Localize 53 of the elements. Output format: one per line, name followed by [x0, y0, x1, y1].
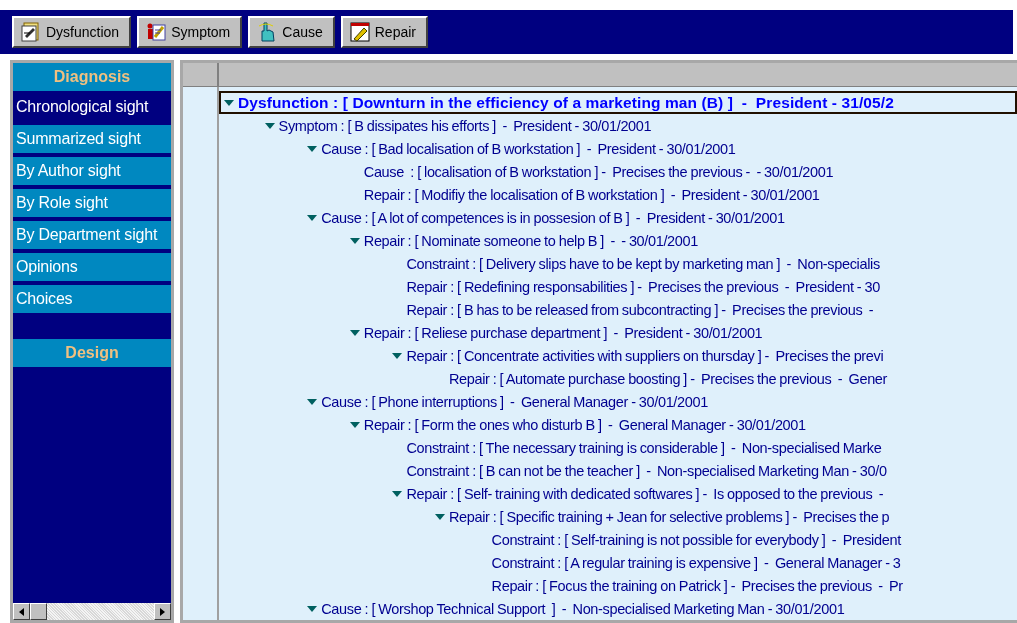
sidebar-item[interactable]: Choices [13, 285, 171, 313]
toolbar-button[interactable]: Repair [340, 16, 428, 48]
expand-arrow-icon[interactable] [434, 513, 445, 520]
expand-arrow-icon[interactable] [307, 214, 318, 221]
sidebar-item[interactable]: By Department sight [13, 221, 171, 249]
tree-node-text[interactable]: Cause : [ Bad localisation of B workstation ] - President - 30/01/2001 [321, 140, 736, 157]
tree-node-text[interactable]: Constraint : [ The necessary training is considerable ] - Non-specialised Marke [406, 439, 882, 456]
scroll-left-button[interactable] [13, 603, 30, 620]
tree-node-text[interactable]: Repair : [ Reliese purchase department ] - President - 30/01/2001 [363, 324, 763, 341]
tree-node-text[interactable]: Repair : [ Automate purchase boosting ] - Precises the previous - Gener [448, 370, 888, 387]
scroll-right-button[interactable] [154, 603, 171, 620]
toolbar-button[interactable]: Symptom [137, 16, 243, 48]
tree-node-text[interactable]: Cause : [ localisation of B workstation ] - Precises the previous - - 30/01/2001 [363, 163, 834, 180]
tree-node-text[interactable]: Constraint : [ Self-training is not possible for everybody ] - President [491, 531, 901, 548]
tree-node-text[interactable]: Repair : [ Concentrate activities with suppliers on thursday ] - Precises the previ [406, 347, 884, 364]
document-pen-icon [20, 21, 42, 43]
tree-node-text[interactable]: Repair : [ Redefining responsabilities ] - Precises the previous - President - 30 [406, 278, 880, 295]
expand-arrow-icon[interactable] [307, 398, 318, 405]
figure-chart-icon [145, 21, 168, 43]
expand-arrow-icon[interactable] [349, 237, 360, 244]
expand-arrow-icon[interactable] [307, 605, 318, 612]
tree-node-text[interactable]: Repair : [ Modifiy the localisation of B workstation ] - President - 30/01/2001 [363, 186, 820, 203]
expand-arrow-icon[interactable] [392, 490, 403, 497]
tree-node-text[interactable]: Constraint : [ B can not be the teacher ] - Non-specialised Marketing Man - 30/0 [406, 462, 887, 479]
scroll-thumb[interactable] [30, 603, 47, 620]
tree-node-text[interactable]: Symptom : [ B dissipates his efforts ] - President - 30/01/2001 [278, 117, 652, 134]
sidebar-item[interactable]: By Role sight [13, 189, 171, 217]
tree-node-text[interactable]: Repair : [ Focus the training on Patrick ] - Precises the previous - Pr [491, 577, 903, 594]
left-arrow-icon [19, 607, 24, 616]
tree-node-text[interactable]: Constraint : [ Delivery slips have to be kept by marketing man ] - Non-specialis [406, 255, 880, 272]
tree-node-text[interactable]: Cause : [ Phone interruptions ] - General Manager - 30/01/2001 [321, 393, 708, 410]
tree-node-text[interactable]: Repair : [ Nominate someone to help B ] - - 30/01/2001 [363, 232, 698, 249]
expand-arrow-icon[interactable] [264, 122, 275, 129]
expand-arrow-icon[interactable] [349, 329, 360, 336]
tree-node-text[interactable]: Cause : [ Worshop Technical Support ] - Non-specialised Marketing Man - 30/01/2001 [321, 600, 845, 617]
tree-node-text[interactable]: Repair : [ Form the ones who disturb B ] - General Manager - 30/01/2001 [363, 416, 806, 433]
tree-node-text[interactable]: Repair : [ B has to be released from subcontracting ] - Precises the previous - [406, 301, 874, 318]
toolbar-button[interactable]: Dysfunction [12, 16, 132, 48]
sidebar-item[interactable]: By Author sight [13, 157, 171, 185]
expand-arrow-icon[interactable] [392, 352, 403, 359]
tree-node-text[interactable]: Repair : [ Specific training + Jean for selective problems ] - Precises the p [448, 508, 890, 525]
sidebar-item[interactable]: Summarized sight [13, 125, 171, 153]
sidebar-item[interactable]: Opinions [13, 253, 171, 281]
tree-node-text[interactable]: Constraint : [ A regular training is expensive ] - General Manager - 3 [491, 554, 901, 571]
expand-arrow-icon[interactable] [307, 145, 318, 152]
horizontal-scrollbar[interactable] [13, 603, 171, 620]
tree-node-text[interactable]: Repair : [ Self- training with dedicated softwares ] - Is opposed to the previous - [406, 485, 884, 502]
expand-arrow-icon[interactable] [224, 99, 234, 106]
toolbar-button[interactable]: Cause [248, 16, 335, 48]
right-arrow-icon [160, 607, 165, 616]
expand-arrow-icon[interactable] [349, 421, 360, 428]
tree-node-text[interactable]: Cause : [ A lot of competences is in possesion of B ] - President - 30/01/2001 [321, 209, 785, 226]
pen-icon [348, 21, 371, 43]
